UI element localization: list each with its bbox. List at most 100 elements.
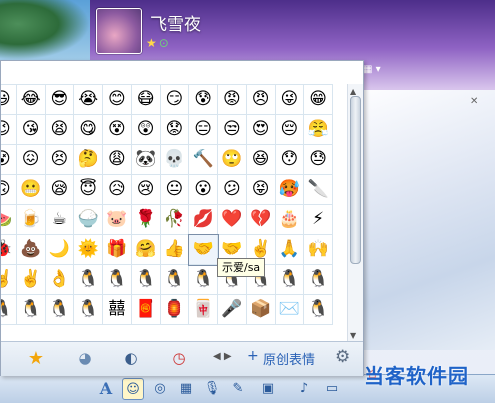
emoji-cell[interactable]: 🐧 [15,294,46,325]
emoji-cell[interactable]: 🐞 [1,234,17,265]
emoji-cell[interactable]: 🙄 [217,144,247,175]
emoji-cell[interactable]: 🍚 [73,204,103,235]
emoji-cell[interactable]: 😋 [73,114,103,145]
emoji-cell[interactable]: 😬 [15,174,46,205]
emoji-cell[interactable]: 😣 [44,144,75,175]
emoji-cell[interactable]: 💋 [188,204,218,235]
emoji-cell[interactable]: 🐧 [130,264,161,295]
emoji-cell[interactable]: 😭 [73,84,103,115]
emoji-cell[interactable]: 🍉 [1,204,17,235]
emoji-cell[interactable]: 🐧 [303,294,333,325]
emoji-cell[interactable]: ✌️ [15,264,46,295]
avatar[interactable] [96,8,142,54]
emoji-cell[interactable]: 🙌 [303,234,333,265]
emoji-cell[interactable]: 🐧 [44,294,75,325]
emoji-cell[interactable]: 😤 [303,114,333,145]
clock-tab-icon[interactable]: ◷ [167,348,191,368]
emoji-cell[interactable]: 😒 [217,114,247,145]
face-tab-icon[interactable]: ◕ [73,348,97,368]
emoji-cell[interactable]: 😐 [159,174,190,205]
emoji-cell[interactable]: 😎 [44,84,75,115]
emoji-cell[interactable]: 🐧 [159,264,190,295]
emoji-cell[interactable]: 😠 [245,84,276,115]
emoji-cell[interactable]: 🌙 [44,234,75,265]
close-icon[interactable]: ✕ [470,96,478,107]
emoji-cell[interactable]: 😡 [217,84,247,115]
emoji-cell[interactable]: 🤗 [130,234,161,265]
scroll-down-icon[interactable]: ▼ [350,331,356,340]
emoji-cell[interactable]: 🐧 [73,264,103,295]
emoji-cell[interactable]: 😥 [102,174,132,205]
emoji-cell[interactable]: 😜 [274,84,305,115]
emoji-cell[interactable]: 😪 [44,174,75,205]
emoji-cell[interactable]: 😃 [1,84,17,115]
emoji-cell[interactable]: ✉️ [274,294,305,325]
emoji-cell[interactable]: 🔨 [188,144,218,175]
emoji-cell[interactable]: 😝 [245,174,276,205]
emoji-cell[interactable]: 💔 [245,204,276,235]
scroll-up-icon[interactable]: ▲ [350,87,356,96]
add-custom-emoji-link[interactable]: 原创表情 [263,349,315,368]
emoji-cell[interactable]: 🎁 [102,234,132,265]
emoji-cell[interactable]: 😰 [188,84,218,115]
emoji-cell[interactable]: 🐧 [1,294,17,325]
emoji-cell[interactable]: 😟 [159,114,190,145]
emoji-cell[interactable]: 😁 [303,84,333,115]
emoji-cell[interactable]: 😏 [159,84,190,115]
emoji-cell[interactable]: 🎂 [274,204,305,235]
emoji-cell[interactable]: 😷 [130,84,161,115]
emoji-cell[interactable]: 🐧 [73,294,103,325]
emoji-cell[interactable]: 🙃 [1,174,17,205]
menu-chevron-icon[interactable]: ▦ ▾ [363,64,381,75]
emoji-cell[interactable]: 🀄 [188,294,218,325]
emoji-cell[interactable]: 🧧 [130,294,161,325]
emoji-cell[interactable]: 🐼 [130,144,161,175]
emoji-cell[interactable]: 🐧 [303,264,333,295]
emoji-cell[interactable]: 🙏 [274,234,305,265]
emoji-cell[interactable]: 📦 [245,294,276,325]
emoji-cell[interactable]: 🐧 [102,264,132,295]
emoji-cell[interactable]: 😔 [274,114,305,145]
emoji-cell[interactable]: 🤔 [73,144,103,175]
emoji-cell[interactable]: 😓 [303,144,333,175]
emoji-cell[interactable]: 🥵 [274,174,305,205]
emoji-cell[interactable]: 😇 [73,174,103,205]
emoji-cell[interactable]: 🌞 [73,234,103,265]
emoji-cell[interactable]: 😵 [102,114,132,145]
emoji-cell[interactable]: 😘 [15,114,46,145]
emoji-cell[interactable]: 🤘 [1,264,17,295]
emoji-cell[interactable]: 😑 [188,114,218,145]
emoji-cell[interactable]: 🐧 [188,264,218,295]
emoji-cell[interactable]: 😵 [1,144,17,175]
emoji-cell[interactable]: 🔪 [303,174,333,205]
emoji-cell[interactable]: 🐧 [274,264,305,295]
emoji-cell[interactable]: 🥀 [159,204,190,235]
add-icon[interactable]: + [247,348,259,364]
emoticon-tab-icon[interactable]: ◐ [119,348,143,368]
emoji-cell[interactable]: 👌 [44,264,75,295]
emoji-cell[interactable]: 👍 [159,234,190,265]
emoji-cell[interactable]: 🐷 [102,204,132,235]
emoji-cell[interactable]: 💀 [159,144,190,175]
emoji-cell[interactable]: 😲 [130,114,161,145]
emoji-cell[interactable]: 囍 [102,294,132,325]
emoji-cell[interactable]: 🤝 [187,233,219,266]
emoji-cell[interactable]: 😉 [1,114,17,145]
emoji-cell[interactable]: 😩 [102,144,132,175]
emoji-cell[interactable]: ❤️ [217,204,247,235]
favorites-star-icon[interactable]: ★ [24,348,48,369]
emoji-cell[interactable]: 😕 [217,174,247,205]
emoji-cell[interactable]: 🍺 [15,204,46,235]
emoji-cell[interactable]: 😯 [274,144,305,175]
emoji-cell[interactable]: 💩 [15,234,46,265]
emoji-cell[interactable]: ⚡ [303,204,333,235]
tab-scroll-arrows[interactable]: ◀ ▶ [213,351,232,362]
scrollbar-thumb[interactable] [350,96,361,264]
emoji-cell[interactable]: ☕ [44,204,75,235]
emoji-cell[interactable]: 🎤 [217,294,247,325]
emoji-cell[interactable]: 🏮 [159,294,190,325]
emoji-cell[interactable]: 😆 [245,144,276,175]
emoji-cell[interactable]: 😫 [44,114,75,145]
emoji-cell[interactable]: 😍 [245,114,276,145]
emoji-cell[interactable]: 😊 [102,84,132,115]
